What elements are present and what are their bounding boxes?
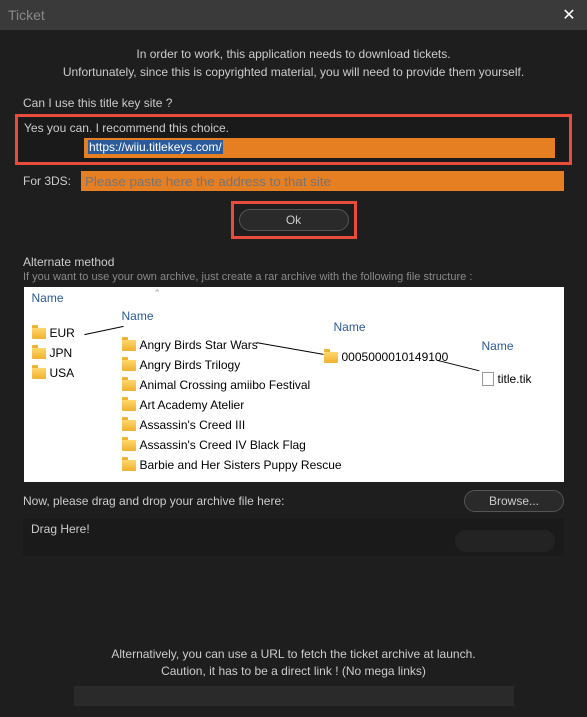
intro-line-1: In order to work, this application needs… <box>15 45 572 63</box>
folder-icon <box>122 340 136 351</box>
folder-item: Angry Birds Trilogy <box>122 355 342 375</box>
for3ds-label: For 3DS: <box>23 174 73 188</box>
folder-item: USA <box>32 363 75 383</box>
wiiu-url-input[interactable]: https://wiiu.titlekeys.com/ <box>84 138 555 158</box>
intro-line-2: Unfortunately, since this is copyrighted… <box>15 63 572 81</box>
folder-item: EUR <box>32 323 75 343</box>
ghost-button <box>455 530 555 552</box>
folder-icon <box>122 460 136 471</box>
folder-item: Art Academy Atelier <box>122 395 342 415</box>
column-header-2: Name <box>122 309 154 323</box>
file-item: title.tik <box>482 369 532 389</box>
question-label: Can I use this title key site ? <box>23 96 572 110</box>
column-header-3: Name <box>334 320 366 334</box>
highlight-box-ok: Ok <box>231 201 357 239</box>
launch-url-input[interactable] <box>74 686 514 706</box>
folder-item: Assassin's Creed III <box>122 415 342 435</box>
sort-indicator-icon: ⌃ <box>154 288 162 299</box>
urlfetch-line-2: Caution, it has to be a direct link ! (N… <box>15 663 572 680</box>
folder-icon <box>32 328 46 339</box>
folder-icon <box>324 352 338 363</box>
drag-prompt: Now, please drag and drop your archive f… <box>23 494 285 508</box>
browse-button[interactable]: Browse... <box>464 490 564 512</box>
close-icon[interactable]: ✕ <box>559 5 579 25</box>
recommend-text: Yes you can. I recommend this choice. <box>24 121 563 135</box>
column-header-4: Name <box>482 339 514 353</box>
drag-here-text: Drag Here! <box>31 522 90 536</box>
folder-item: 0005000010149100 <box>324 347 449 367</box>
folder-icon <box>122 420 136 431</box>
for3ds-url-input[interactable] <box>81 171 564 191</box>
urlfetch-line-1: Alternatively, you can use a URL to fetc… <box>15 646 572 663</box>
folder-icon <box>122 380 136 391</box>
folder-icon <box>32 348 46 359</box>
ok-button[interactable]: Ok <box>239 209 349 231</box>
connector-line <box>84 326 123 335</box>
folder-icon <box>32 368 46 379</box>
alternate-method-title: Alternate method <box>23 255 572 269</box>
folder-icon <box>122 400 136 411</box>
file-explorer-example: ⌃ Name Name Name Name EUR JPN USA Angry … <box>24 287 564 482</box>
folder-item: Assassin's Creed IV Black Flag <box>122 435 342 455</box>
folder-item: Barbie and Her Sisters Puppy Rescue <box>122 455 342 475</box>
alternate-method-desc: If you want to use your own archive, jus… <box>23 271 572 283</box>
highlight-box-url: Yes you can. I recommend this choice. ht… <box>15 114 572 165</box>
file-icon <box>482 372 494 386</box>
folder-item: Animal Crossing amiibo Festival <box>122 375 342 395</box>
folder-icon <box>122 440 136 451</box>
window-title: Ticket <box>8 7 45 23</box>
folder-icon <box>122 360 136 371</box>
column-header-1: Name <box>32 291 64 305</box>
folder-item: JPN <box>32 343 75 363</box>
